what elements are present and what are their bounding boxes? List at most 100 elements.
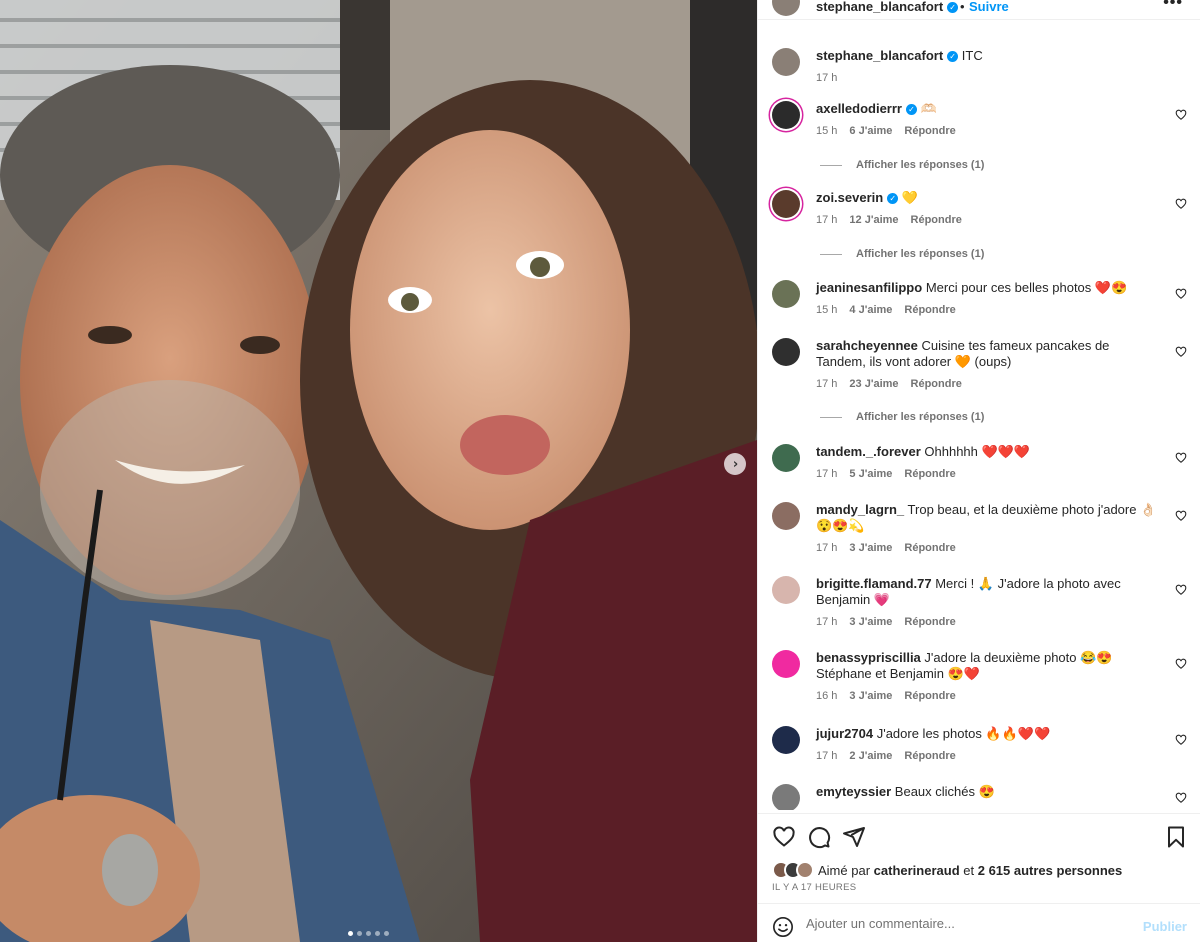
view-replies-label: Afficher les réponses (1) <box>856 159 985 171</box>
comment-like-count[interactable]: 2 J'aime <box>849 750 892 762</box>
liked-by-others-link[interactable]: 2 615 autres personnes <box>978 863 1123 878</box>
share-send-icon[interactable] <box>842 825 866 849</box>
comment-username[interactable]: axelledodierrr <box>816 101 902 116</box>
comment-time[interactable]: 15 h <box>816 304 837 316</box>
comment-time[interactable]: 15 h <box>816 125 837 137</box>
comment-like-heart-icon[interactable] <box>1175 584 1187 596</box>
commenter-avatar[interactable] <box>772 338 800 366</box>
comment-time[interactable]: 17 h <box>816 214 837 226</box>
comment-like-heart-icon[interactable] <box>1175 109 1187 121</box>
comment-like-count[interactable]: 3 J'aime <box>849 690 892 702</box>
comment-like-heart-icon[interactable] <box>1175 198 1187 210</box>
reply-button[interactable]: Répondre <box>904 616 955 628</box>
commenter-avatar[interactable] <box>772 190 800 218</box>
post-header: stephane_blancafort ✓ • Suivre ••• <box>758 0 1200 20</box>
caption-time[interactable]: 17 h <box>816 72 837 84</box>
comment-like-heart-icon[interactable] <box>1175 792 1187 804</box>
comment-username[interactable]: jeaninesanfilippo <box>816 280 922 295</box>
author-username[interactable]: stephane_blancafort ✓ <box>816 0 959 14</box>
commenter-avatar[interactable] <box>772 726 800 754</box>
commenter-avatar[interactable] <box>772 576 800 604</box>
comment-like-count[interactable]: 3 J'aime <box>849 616 892 628</box>
comment-input[interactable] <box>806 916 1126 931</box>
comment-line: zoi.severin ✓ 💛 <box>816 190 1161 206</box>
comment-username[interactable]: mandy_lagrn_ <box>816 502 904 517</box>
reply-button[interactable]: Répondre <box>904 468 955 480</box>
comment-username[interactable]: sarahcheyennee <box>816 338 918 353</box>
comment-meta: 17 h 5 J'aime Répondre <box>816 466 1161 482</box>
reply-button[interactable]: Répondre <box>911 214 962 226</box>
post-side-panel: stephane_blancafort ✓ • Suivre ••• stepha… <box>757 0 1200 942</box>
commenter-avatar[interactable] <box>772 101 800 129</box>
view-replies-button[interactable]: Afficher les réponses (1) <box>820 248 984 260</box>
comment-like-count[interactable]: 12 J'aime <box>849 214 898 226</box>
comment-like-heart-icon[interactable] <box>1175 452 1187 464</box>
view-replies-label: Afficher les réponses (1) <box>856 411 985 423</box>
carousel-dot <box>384 931 389 936</box>
comment-like-count[interactable]: 5 J'aime <box>849 468 892 480</box>
comment-body: emyteyssier Beaux clichés 😍 <box>816 784 1161 800</box>
commenter-avatar[interactable] <box>772 502 800 530</box>
commenter-avatar[interactable] <box>772 650 800 678</box>
comment-like-count[interactable]: 6 J'aime <box>849 125 892 137</box>
commenter-avatar[interactable] <box>772 280 800 308</box>
comment-username[interactable]: tandem._.forever <box>816 444 921 459</box>
comment-time[interactable]: 17 h <box>816 468 837 480</box>
replies-divider <box>820 416 842 418</box>
caption-username[interactable]: stephane_blancafort <box>816 48 943 63</box>
comment-time[interactable]: 17 h <box>816 378 837 390</box>
comment-username[interactable]: brigitte.flamand.77 <box>816 576 932 591</box>
comment-time[interactable]: 17 h <box>816 616 837 628</box>
comment-username[interactable]: zoi.severin <box>816 190 883 205</box>
comment-like-heart-icon[interactable] <box>1175 734 1187 746</box>
comment-username[interactable]: emyteyssier <box>816 784 891 799</box>
save-bookmark-icon[interactable] <box>1164 825 1188 849</box>
caption-text: ITC <box>961 48 983 63</box>
reply-button[interactable]: Répondre <box>904 750 955 762</box>
comment-time[interactable]: 16 h <box>816 690 837 702</box>
verified-badge-icon: ✓ <box>947 51 959 63</box>
liked-by-and: et <box>963 862 975 878</box>
comment-time[interactable]: 17 h <box>816 750 837 762</box>
liked-by-user-link[interactable]: catherineraud <box>874 863 960 878</box>
comment-text: J'adore les photos 🔥🔥❤️❤️ <box>876 726 1051 741</box>
comment-username[interactable]: benassypriscillia <box>816 650 921 665</box>
view-replies-button[interactable]: Afficher les réponses (1) <box>820 159 984 171</box>
reply-button[interactable]: Répondre <box>904 690 955 702</box>
comment-like-count[interactable]: 3 J'aime <box>849 542 892 554</box>
comment-like-heart-icon[interactable] <box>1175 510 1187 522</box>
commenter-avatar[interactable] <box>772 444 800 472</box>
replies-divider <box>820 164 842 166</box>
comment-time[interactable]: 17 h <box>816 542 837 554</box>
reply-button[interactable]: Répondre <box>904 542 955 554</box>
carousel-dot <box>366 931 371 936</box>
comment-body: brigitte.flamand.77 Merci ! 🙏 J'adore la… <box>816 576 1161 630</box>
comment-like-count[interactable]: 4 J'aime <box>849 304 892 316</box>
view-replies-button[interactable]: Afficher les réponses (1) <box>820 411 984 423</box>
reply-button[interactable]: Répondre <box>911 378 962 390</box>
carousel-next-button[interactable]: › <box>724 453 746 475</box>
post-comment-button[interactable]: Publier <box>1143 919 1187 934</box>
comment-text: 💛 <box>901 190 919 205</box>
commenter-avatar[interactable] <box>772 784 800 810</box>
comment-like-heart-icon[interactable] <box>1175 346 1187 358</box>
author-avatar[interactable] <box>772 48 800 76</box>
reply-button[interactable]: Répondre <box>904 304 955 316</box>
post-photo[interactable]: › <box>0 0 757 942</box>
comment-like-heart-icon[interactable] <box>1175 288 1187 300</box>
comment-like-heart-icon[interactable] <box>1175 658 1187 670</box>
follow-button[interactable]: Suivre <box>969 0 1009 14</box>
carousel-dot <box>375 931 380 936</box>
author-avatar[interactable] <box>772 0 800 16</box>
carousel-indicator <box>348 931 389 936</box>
comments-list[interactable]: stephane_blancafort ✓ ITC 17 h axelledodier… <box>758 36 1200 810</box>
comment-username[interactable]: jujur2704 <box>816 726 873 741</box>
post-time-ago[interactable]: IL Y A 17 HEURES <box>772 882 856 893</box>
comment-like-count[interactable]: 23 J'aime <box>849 378 898 390</box>
comment-text: Ohhhhhh ❤️❤️❤️ <box>924 444 1031 459</box>
emoji-icon[interactable] <box>772 916 794 938</box>
reply-button[interactable]: Répondre <box>904 125 955 137</box>
more-options-icon[interactable]: ••• <box>1163 0 1183 12</box>
comment-bubble-icon[interactable] <box>807 825 831 849</box>
like-heart-icon[interactable] <box>772 825 796 849</box>
